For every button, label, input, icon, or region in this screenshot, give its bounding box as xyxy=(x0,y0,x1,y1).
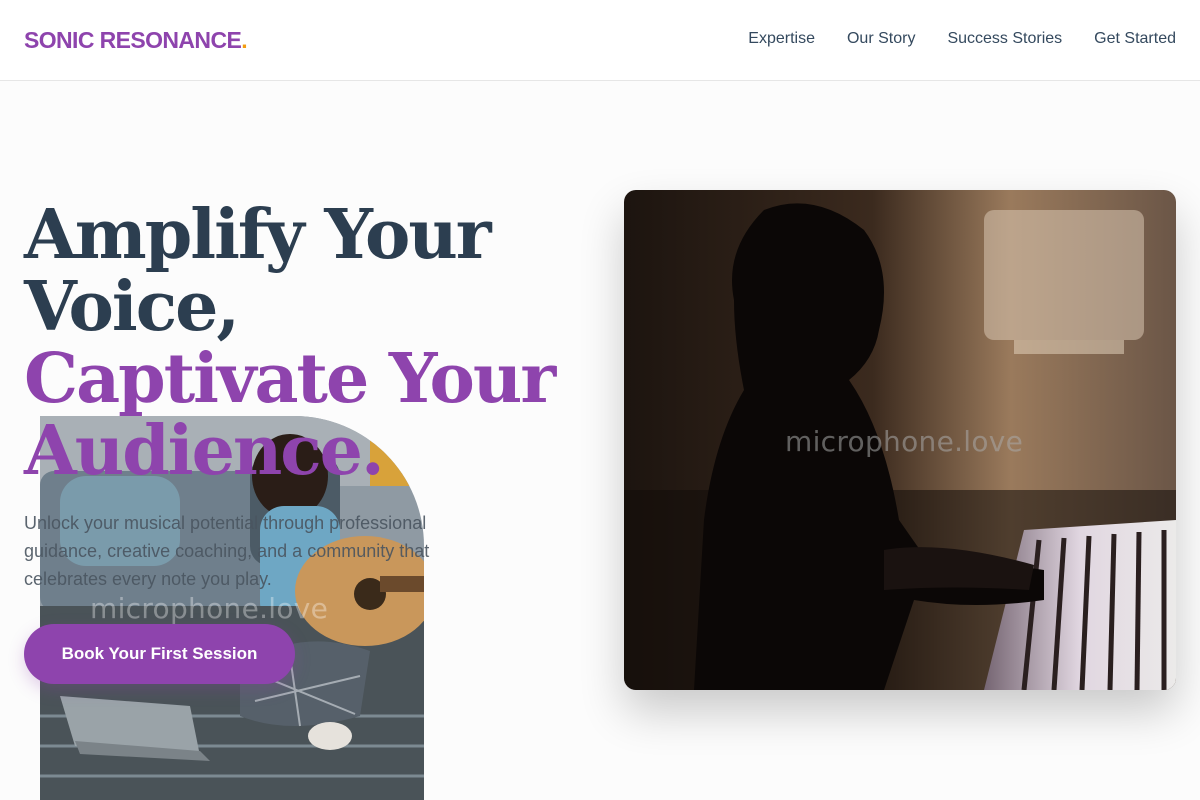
brand-logo[interactable]: SONIC RESONANCE. xyxy=(24,27,248,54)
headline-line-1: Amplify Your xyxy=(24,195,492,275)
top-navbar: SONIC RESONANCE. Expertise Our Story Suc… xyxy=(0,0,1200,81)
headline-line-3: Captivate Your xyxy=(24,339,556,419)
nav-link-get-started[interactable]: Get Started xyxy=(1094,30,1176,48)
nav-link-expertise[interactable]: Expertise xyxy=(748,30,815,48)
nav-link-success-stories[interactable]: Success Stories xyxy=(947,30,1062,48)
piano-photo: microphone.love xyxy=(624,190,1176,690)
headline-line-2: Voice, xyxy=(24,267,240,347)
hero-headline: Amplify Your Voice, Captivate Your Audie… xyxy=(24,199,584,487)
headline-line-4: Audience. xyxy=(24,411,385,491)
nav-link-our-story[interactable]: Our Story xyxy=(847,30,915,48)
main-nav: Expertise Our Story Success Stories Get … xyxy=(748,30,1176,48)
hero-section: microphone.love microphone.love Amplify … xyxy=(0,81,1200,800)
brand-dot: . xyxy=(241,27,247,53)
brand-name: SONIC RESONANCE xyxy=(24,27,242,53)
book-first-session-button[interactable]: Book Your First Session xyxy=(24,624,295,684)
hero-subtitle: Unlock your musical potential through pr… xyxy=(24,513,430,589)
piano-photo-image xyxy=(624,190,1176,690)
